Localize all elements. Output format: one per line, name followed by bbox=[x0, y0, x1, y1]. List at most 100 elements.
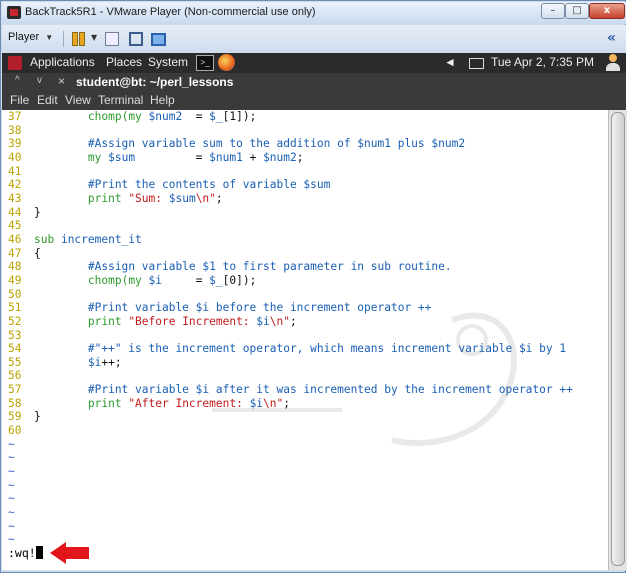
code-token: \n" bbox=[269, 314, 290, 328]
code-line[interactable]: 57 #Print variable $i after it was incre… bbox=[8, 383, 573, 397]
code-token: "After Increment: bbox=[128, 396, 250, 410]
minimize-button[interactable]: – bbox=[541, 3, 565, 19]
firefox-icon[interactable] bbox=[218, 54, 235, 71]
menu-file[interactable]: File bbox=[10, 93, 29, 107]
line-number: 40 bbox=[8, 150, 22, 164]
code-token: $_ bbox=[209, 273, 223, 287]
code-token: { bbox=[34, 246, 41, 260]
network-icon[interactable] bbox=[105, 32, 119, 46]
code-line[interactable]: 54 #"++" is the increment operator, whic… bbox=[8, 342, 573, 356]
menu-applications[interactable]: Applications bbox=[30, 55, 95, 69]
code-lines[interactable]: 37 chomp(my $num2 = $_[1]); 38 39 #Assign… bbox=[8, 110, 573, 547]
code-line[interactable]: 39 #Assign variable sum to the addition … bbox=[8, 137, 573, 151]
code-line[interactable]: 48 #Assign variable $1 to first paramete… bbox=[8, 260, 573, 274]
chevron-down-icon[interactable]: v bbox=[37, 75, 42, 86]
chevron-down-icon[interactable]: ▼ bbox=[91, 33, 97, 42]
code-token: my bbox=[87, 150, 109, 164]
line-number: 56 bbox=[8, 369, 22, 383]
code-token: \n" bbox=[195, 191, 216, 205]
line-number: 37 bbox=[8, 110, 22, 123]
code-token: my bbox=[128, 110, 149, 123]
code-line[interactable]: 50 bbox=[8, 288, 573, 302]
code-line[interactable]: 60 bbox=[8, 424, 573, 438]
code-line[interactable]: 37 chomp(my $num2 = $_[1]); bbox=[8, 110, 573, 124]
code-token: #Assign variable sum to the addition of … bbox=[34, 137, 466, 151]
code-token: $num2 bbox=[263, 150, 297, 164]
code-line[interactable]: 55 $i++; bbox=[8, 356, 573, 370]
chevron-up-icon[interactable]: ^ bbox=[15, 75, 20, 86]
line-number: 38 bbox=[8, 123, 22, 137]
vmware-app-icon bbox=[7, 6, 21, 19]
backtrack-logo-icon[interactable] bbox=[8, 56, 22, 70]
code-line[interactable]: 53 bbox=[8, 329, 573, 343]
menu-system[interactable]: System bbox=[148, 55, 188, 69]
empty-line-tilde: ~ bbox=[8, 519, 15, 533]
close-button[interactable]: x bbox=[589, 3, 625, 19]
empty-line-tilde: ~ bbox=[8, 478, 15, 492]
code-line[interactable]: 44} bbox=[8, 206, 573, 220]
line-number: 52 bbox=[8, 314, 22, 328]
menu-places[interactable]: Places bbox=[106, 55, 142, 69]
volume-icon[interactable]: ◄ bbox=[444, 55, 456, 69]
code-token: "Before Increment: bbox=[128, 314, 257, 328]
code-line[interactable]: 43 print "Sum: $sum\n"; bbox=[8, 192, 573, 206]
code-line[interactable]: 41 bbox=[8, 165, 573, 179]
pause-icon[interactable] bbox=[70, 30, 86, 46]
menu-terminal[interactable]: Terminal bbox=[98, 93, 143, 107]
chevron-down-icon: ▼ bbox=[45, 33, 54, 42]
fullscreen-icon[interactable] bbox=[151, 33, 166, 46]
code-line[interactable]: 58 print "After Increment: $i\n"; bbox=[8, 397, 573, 411]
terminal-launcher-icon[interactable]: >_ bbox=[196, 55, 214, 71]
line-number: 39 bbox=[8, 137, 22, 151]
code-token: } bbox=[34, 410, 41, 424]
code-line[interactable]: 49 chomp(my $i = $_[0]); bbox=[8, 274, 573, 288]
collapse-toolbar-icon[interactable]: « bbox=[607, 30, 616, 46]
code-token: [1]); bbox=[222, 110, 257, 123]
vertical-scrollbar[interactable] bbox=[608, 110, 627, 570]
code-line[interactable]: 46 sub increment_it bbox=[8, 233, 573, 247]
code-line[interactable]: 42 #Print the contents of variable $sum bbox=[8, 178, 573, 192]
close-icon[interactable]: × bbox=[58, 74, 65, 88]
code-token: #Assign variable $1 to first parameter i… bbox=[34, 260, 452, 274]
code-token: + bbox=[242, 150, 264, 164]
mail-icon[interactable] bbox=[469, 58, 484, 69]
menu-edit[interactable]: Edit bbox=[37, 93, 58, 107]
code-line[interactable]: 40 my $sum = $num1 + $num2; bbox=[8, 151, 573, 165]
empty-line-tilde: ~ bbox=[8, 451, 15, 465]
code-token: $i bbox=[256, 314, 270, 328]
code-line[interactable]: 52 print "Before Increment: $i\n"; bbox=[8, 315, 573, 329]
code-token: ; bbox=[290, 314, 297, 328]
code-token: #Print the contents of variable $sum bbox=[34, 178, 331, 192]
terminal-titlebar[interactable]: ^ v × student@bt: ~/perl_lessons bbox=[2, 73, 626, 92]
player-menu-button[interactable]: Player ▼ bbox=[8, 31, 53, 43]
menu-view[interactable]: View bbox=[65, 93, 91, 107]
line-number: 55 bbox=[8, 355, 22, 369]
line-number: 43 bbox=[8, 191, 22, 205]
code-token: print bbox=[87, 191, 129, 205]
code-line[interactable]: 38 bbox=[8, 124, 573, 138]
line-number: 58 bbox=[8, 396, 22, 410]
user-icon[interactable] bbox=[605, 54, 621, 71]
maximize-button[interactable]: □ bbox=[565, 3, 589, 19]
code-token: $i bbox=[87, 355, 102, 369]
code-line[interactable]: 47 { bbox=[8, 247, 573, 261]
code-token: chomp( bbox=[87, 110, 129, 123]
panel-clock[interactable]: Tue Apr 2, 7:35 PM bbox=[491, 55, 594, 69]
code-line[interactable]: 56 bbox=[8, 369, 573, 383]
code-line[interactable]: 51 #Print variable $i before the increme… bbox=[8, 301, 573, 315]
fit-window-icon[interactable] bbox=[129, 32, 143, 46]
code-line[interactable]: 59} bbox=[8, 410, 573, 424]
menu-help[interactable]: Help bbox=[150, 93, 175, 107]
code-line[interactable]: 45 bbox=[8, 219, 573, 233]
code-token: \n" bbox=[263, 396, 284, 410]
window-titlebar[interactable]: BackTrack5R1 - VMware Player (Non-commer… bbox=[2, 2, 626, 24]
scrollbar-thumb[interactable] bbox=[611, 112, 625, 566]
text-cursor bbox=[35, 546, 43, 559]
vim-command-line[interactable]: :wq! bbox=[8, 546, 43, 560]
vim-editor[interactable]: 37 chomp(my $num2 = $_[1]); 38 39 #Assign… bbox=[2, 110, 608, 570]
line-number: 44 bbox=[8, 205, 22, 219]
code-token: = bbox=[162, 273, 210, 287]
code-token: ; bbox=[283, 396, 291, 410]
